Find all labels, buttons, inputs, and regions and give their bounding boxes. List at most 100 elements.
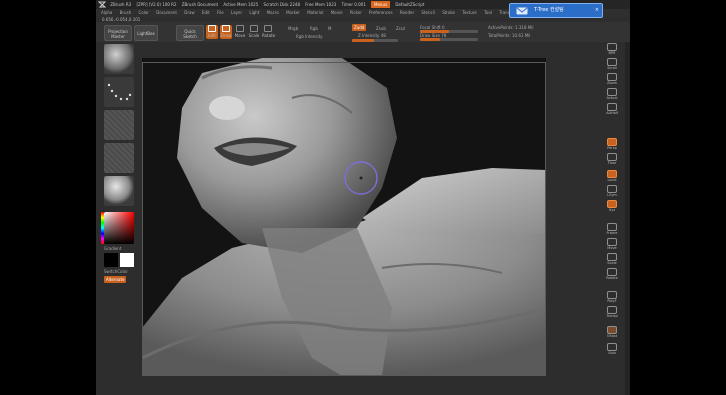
persp-button[interactable]: Persp [603, 137, 621, 151]
transp-label: Transp [606, 314, 618, 318]
menu-item[interactable]: File [217, 10, 224, 15]
messenger-icon [516, 7, 528, 15]
quick-sketch-button[interactable]: Quick Sketch [176, 25, 204, 41]
default-zscript-label[interactable]: DefaultZScript [395, 2, 424, 7]
alternate-button[interactable]: Alternate [104, 276, 127, 283]
brush-thumbnail[interactable] [104, 44, 134, 74]
rotate-button[interactable]: Rotate [262, 25, 276, 39]
menu-item[interactable]: Light [249, 10, 259, 15]
color-picker[interactable] [101, 212, 134, 244]
menu-item[interactable]: Brush [120, 10, 132, 15]
floor-button[interactable]: Floor [603, 152, 621, 166]
edit-button[interactable]: Edit [206, 25, 218, 39]
frame-icon [607, 223, 617, 231]
transp-icon [607, 306, 617, 314]
frame-label: Frame [606, 231, 618, 235]
m-toggle[interactable]: M [328, 26, 331, 31]
menu-item[interactable]: Color [138, 10, 148, 15]
menu-item[interactable]: Document [156, 10, 177, 15]
zsub-button[interactable]: Zsub [376, 26, 386, 31]
z-intensity-value: 48 [380, 33, 386, 38]
ghost-button[interactable]: Ghost [603, 325, 621, 339]
menus-button[interactable]: Menus [371, 1, 391, 8]
popup-close-icon[interactable]: × [595, 4, 599, 17]
scale-label: Scale [248, 33, 260, 38]
scale-view-button[interactable]: Scale [603, 252, 621, 266]
menu-item[interactable]: Preferences [369, 10, 393, 15]
projection-master-button[interactable]: Projection Master [104, 25, 132, 41]
rgb-toggle[interactable]: Rgb [310, 26, 318, 31]
scale-button[interactable]: Scale [248, 25, 260, 39]
edit-icon [208, 25, 216, 32]
stroke-thumbnail[interactable] [104, 77, 134, 107]
menu-item[interactable]: Stroke [442, 10, 455, 15]
menu-item[interactable]: Render [400, 10, 414, 15]
menu-item[interactable]: Macro [267, 10, 279, 15]
rotate-view-button[interactable]: Rotate [603, 267, 621, 281]
zoom-button[interactable]: Zoom [603, 72, 621, 86]
menu-item[interactable]: Texture [462, 10, 477, 15]
screen-frame: ZBrush R3 [ZPR] (V2.0) 100 R2 ZBrush Doc… [0, 0, 726, 395]
zcut-button[interactable]: Zcut [396, 26, 405, 31]
lsym-button[interactable]: LSym [603, 184, 621, 198]
move-view-button[interactable]: Move [603, 237, 621, 251]
scale-view-label: Scale [607, 261, 617, 265]
gradient-label[interactable]: Gradient [104, 246, 121, 251]
local-button[interactable]: Local [603, 169, 621, 183]
rgb-intensity-label: Rgb Intensity [296, 34, 323, 39]
top-shelf: Projection Master LightBox Quick Sketch … [96, 22, 630, 42]
alpha-thumbnail[interactable] [104, 110, 134, 140]
xyz-button[interactable]: Xyz [603, 199, 621, 213]
texture-thumbnail[interactable] [104, 143, 134, 173]
rotate-icon [264, 25, 272, 32]
draw-button[interactable]: Draw [220, 25, 232, 39]
menu-item[interactable]: Movie [331, 10, 343, 15]
menu-item[interactable]: Stencil [421, 10, 435, 15]
menu-item[interactable]: Picker [350, 10, 362, 15]
lightbox-button[interactable]: LightBox [134, 25, 158, 41]
polyf-label: PolyF [607, 299, 617, 303]
ghost-label: Ghost [606, 334, 618, 338]
actual-button[interactable]: Actual [603, 87, 621, 101]
menu-item[interactable]: Marker [286, 10, 300, 15]
secondary-color-swatch[interactable] [120, 253, 134, 267]
zbrush-window: ZBrush R3 [ZPR] (V2.0) 100 R2 ZBrush Doc… [96, 0, 630, 395]
menu-item[interactable]: Alpha [101, 10, 112, 15]
solo-button[interactable]: Solo [603, 342, 621, 356]
total-points-value: 10.61 Mil [512, 33, 531, 38]
draw-size-slider[interactable] [420, 38, 478, 41]
scroll-button[interactable]: Scroll [603, 57, 621, 71]
move-button[interactable]: Move [234, 25, 246, 39]
hue-strip[interactable] [101, 212, 104, 244]
switch-color-button[interactable]: SwitchColor [104, 269, 128, 274]
menu-item[interactable]: Tool [484, 10, 492, 15]
z-intensity-fill [352, 39, 375, 42]
z-intensity-slider[interactable] [352, 39, 398, 42]
actual-icon [607, 88, 617, 96]
aahalf-button[interactable]: AAHalf [603, 102, 621, 116]
mrgb-toggle[interactable]: Mrgb [288, 26, 298, 31]
frame-button[interactable]: Frame [603, 222, 621, 236]
menu-item[interactable]: Edit [202, 10, 210, 15]
material-thumbnail[interactable] [104, 176, 134, 206]
active-points-value: 1.318 Mil [515, 25, 534, 30]
notification-popup[interactable]: T-Tree 컨설팅 × [509, 3, 603, 18]
z-intensity-label: Z Intensity [358, 33, 380, 38]
transp-button[interactable]: Transp [603, 305, 621, 319]
zadd-button[interactable]: Zadd [352, 24, 367, 31]
move-view-label: Move [607, 246, 617, 250]
menu-item[interactable]: Draw [184, 10, 194, 15]
draw-label: Draw [220, 33, 232, 38]
popup-text: T-Tree 컨설팅 [534, 7, 564, 13]
title-item: ZBrush Document [181, 2, 219, 7]
rotate-label: Rotate [262, 33, 276, 38]
main-color-swatch[interactable] [104, 253, 118, 267]
local-label: Local [607, 178, 617, 182]
menu-item[interactable]: Material [307, 10, 323, 15]
title-item: Free Mem 1023 [305, 2, 337, 7]
canvas-viewport[interactable] [142, 58, 546, 376]
bpr-button[interactable]: BPR [603, 42, 621, 56]
menu-item[interactable]: Layer [231, 10, 242, 15]
bpr-icon [607, 43, 617, 51]
polyf-button[interactable]: PolyF [603, 290, 621, 304]
